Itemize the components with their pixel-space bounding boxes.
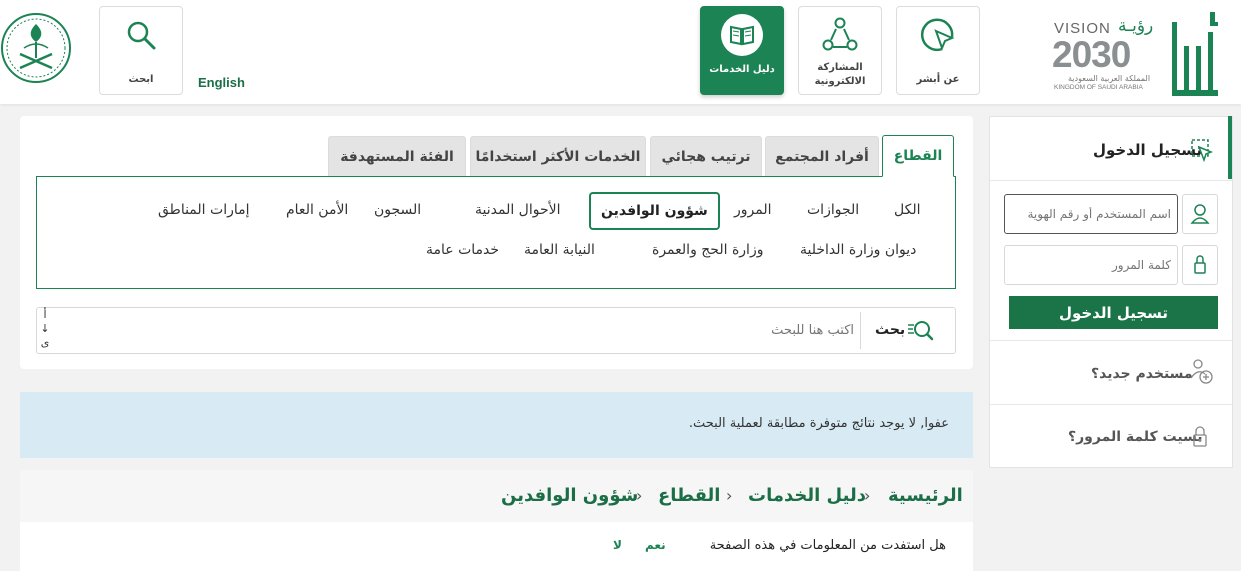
search-button-label[interactable]: بحث xyxy=(875,322,905,338)
search-icon[interactable] xyxy=(906,318,934,342)
feedback-yes-link[interactable]: نعم xyxy=(645,538,666,552)
nav-label: المشاركة الالكترونية xyxy=(814,62,866,87)
password-input[interactable] xyxy=(1004,245,1178,285)
header-search-label: ابحث xyxy=(128,74,154,85)
category-civil-affairs[interactable]: الأحوال المدنية xyxy=(475,202,561,218)
category-traffic[interactable]: المرور xyxy=(734,202,772,218)
username-input[interactable] xyxy=(1004,194,1178,234)
category-general-services[interactable]: خدمات عامة xyxy=(426,242,499,258)
category-regional-emirates[interactable]: إمارات المناطق xyxy=(158,202,250,218)
book-icon xyxy=(720,14,764,56)
tab-target-group[interactable]: الفئة المستهدفة xyxy=(328,136,466,176)
category-public-prosecution[interactable]: النيابة العامة xyxy=(524,242,595,258)
kingdom-label-en: KINGDOM OF SAUDI ARABIA xyxy=(1054,84,1143,91)
user-icon xyxy=(1182,194,1218,234)
lock-icon xyxy=(1182,245,1218,285)
nav-services-guide[interactable]: دليل الخدمات xyxy=(700,6,784,95)
login-panel xyxy=(989,116,1233,468)
login-divider xyxy=(990,180,1232,181)
login-divider xyxy=(990,340,1232,341)
breadcrumb-separator: › xyxy=(726,486,733,505)
cursor-pointer-icon xyxy=(918,15,958,55)
feedback-question: هل استفدت من المعلومات في هذه الصفحة xyxy=(709,538,946,553)
header-search-button[interactable]: ابحث xyxy=(99,6,183,95)
vision-year: 2030 xyxy=(1052,34,1131,75)
sort-char-start: أ xyxy=(43,308,47,321)
category-hajj-umrah[interactable]: وزارة الحج والعمرة xyxy=(652,242,763,258)
tab-alphabetical[interactable]: ترتيب هجائي xyxy=(650,136,762,176)
tab-community[interactable]: أفراد المجتمع xyxy=(765,136,879,176)
feedback-no-link[interactable]: لا xyxy=(613,538,622,552)
sort-alpha-icon[interactable]: أ ↓ ى xyxy=(39,308,51,350)
sector-panel xyxy=(36,176,956,289)
nav-label: دليل الخدمات xyxy=(709,64,775,75)
login-submit-button[interactable]: تسجيل الدخول xyxy=(1009,296,1218,329)
forgot-password-link[interactable]: نسيت كلمة المرور؟ xyxy=(1068,429,1203,445)
search-icon xyxy=(125,15,157,55)
search-divider xyxy=(860,312,861,349)
category-expat-affairs[interactable]: شؤون الوافدين xyxy=(589,192,720,230)
category-passports[interactable]: الجوازات xyxy=(807,202,859,218)
no-results-message: عفوا, لا يوجد نتائج متوفرة مطابقة لعملية… xyxy=(688,416,949,431)
absher-logo-icon[interactable] xyxy=(1170,8,1220,96)
add-user-icon xyxy=(1190,359,1213,384)
vision-label-ar: رؤيـة xyxy=(1118,16,1154,36)
login-title: تسجيل الدخول xyxy=(1093,141,1203,159)
saudi-emblem-icon xyxy=(1,13,71,83)
login-accent-bar xyxy=(1228,116,1232,179)
nav-e-participation[interactable]: المشاركة الالكترونية xyxy=(798,6,882,95)
language-switch-link[interactable]: English xyxy=(198,75,245,90)
service-search-input[interactable] xyxy=(58,313,856,347)
login-cursor-icon xyxy=(1191,139,1213,163)
network-people-icon xyxy=(820,15,860,55)
breadcrumb-current: شؤون الوافدين xyxy=(501,485,639,506)
sort-char-arrow: ↓ xyxy=(40,322,50,335)
sort-char-end: ى xyxy=(40,336,50,349)
nav-about-absher[interactable]: عن أبشر xyxy=(896,6,980,95)
login-divider xyxy=(990,404,1232,405)
category-all[interactable]: الكل xyxy=(894,202,921,218)
category-public-security[interactable]: الأمن العام xyxy=(286,202,348,218)
tab-sector[interactable]: القطاع xyxy=(882,135,954,177)
breadcrumb-sector[interactable]: القطاع xyxy=(658,485,720,506)
tab-most-used[interactable]: الخدمات الأكثر استخدامًا xyxy=(470,136,646,176)
breadcrumb-home[interactable]: الرئيسية xyxy=(888,485,963,506)
category-prisons[interactable]: السجون xyxy=(374,202,421,218)
breadcrumb-services-guide[interactable]: دليل الخدمات xyxy=(748,485,866,506)
lock-icon xyxy=(1193,426,1207,447)
category-moi-diwan[interactable]: ديوان وزارة الداخلية xyxy=(800,242,916,258)
nav-label: عن أبشر xyxy=(916,74,960,85)
new-user-link[interactable]: مستخدم جديد؟ xyxy=(1091,366,1193,382)
kingdom-label-ar: المملكة العربية السعودية xyxy=(1068,74,1151,83)
